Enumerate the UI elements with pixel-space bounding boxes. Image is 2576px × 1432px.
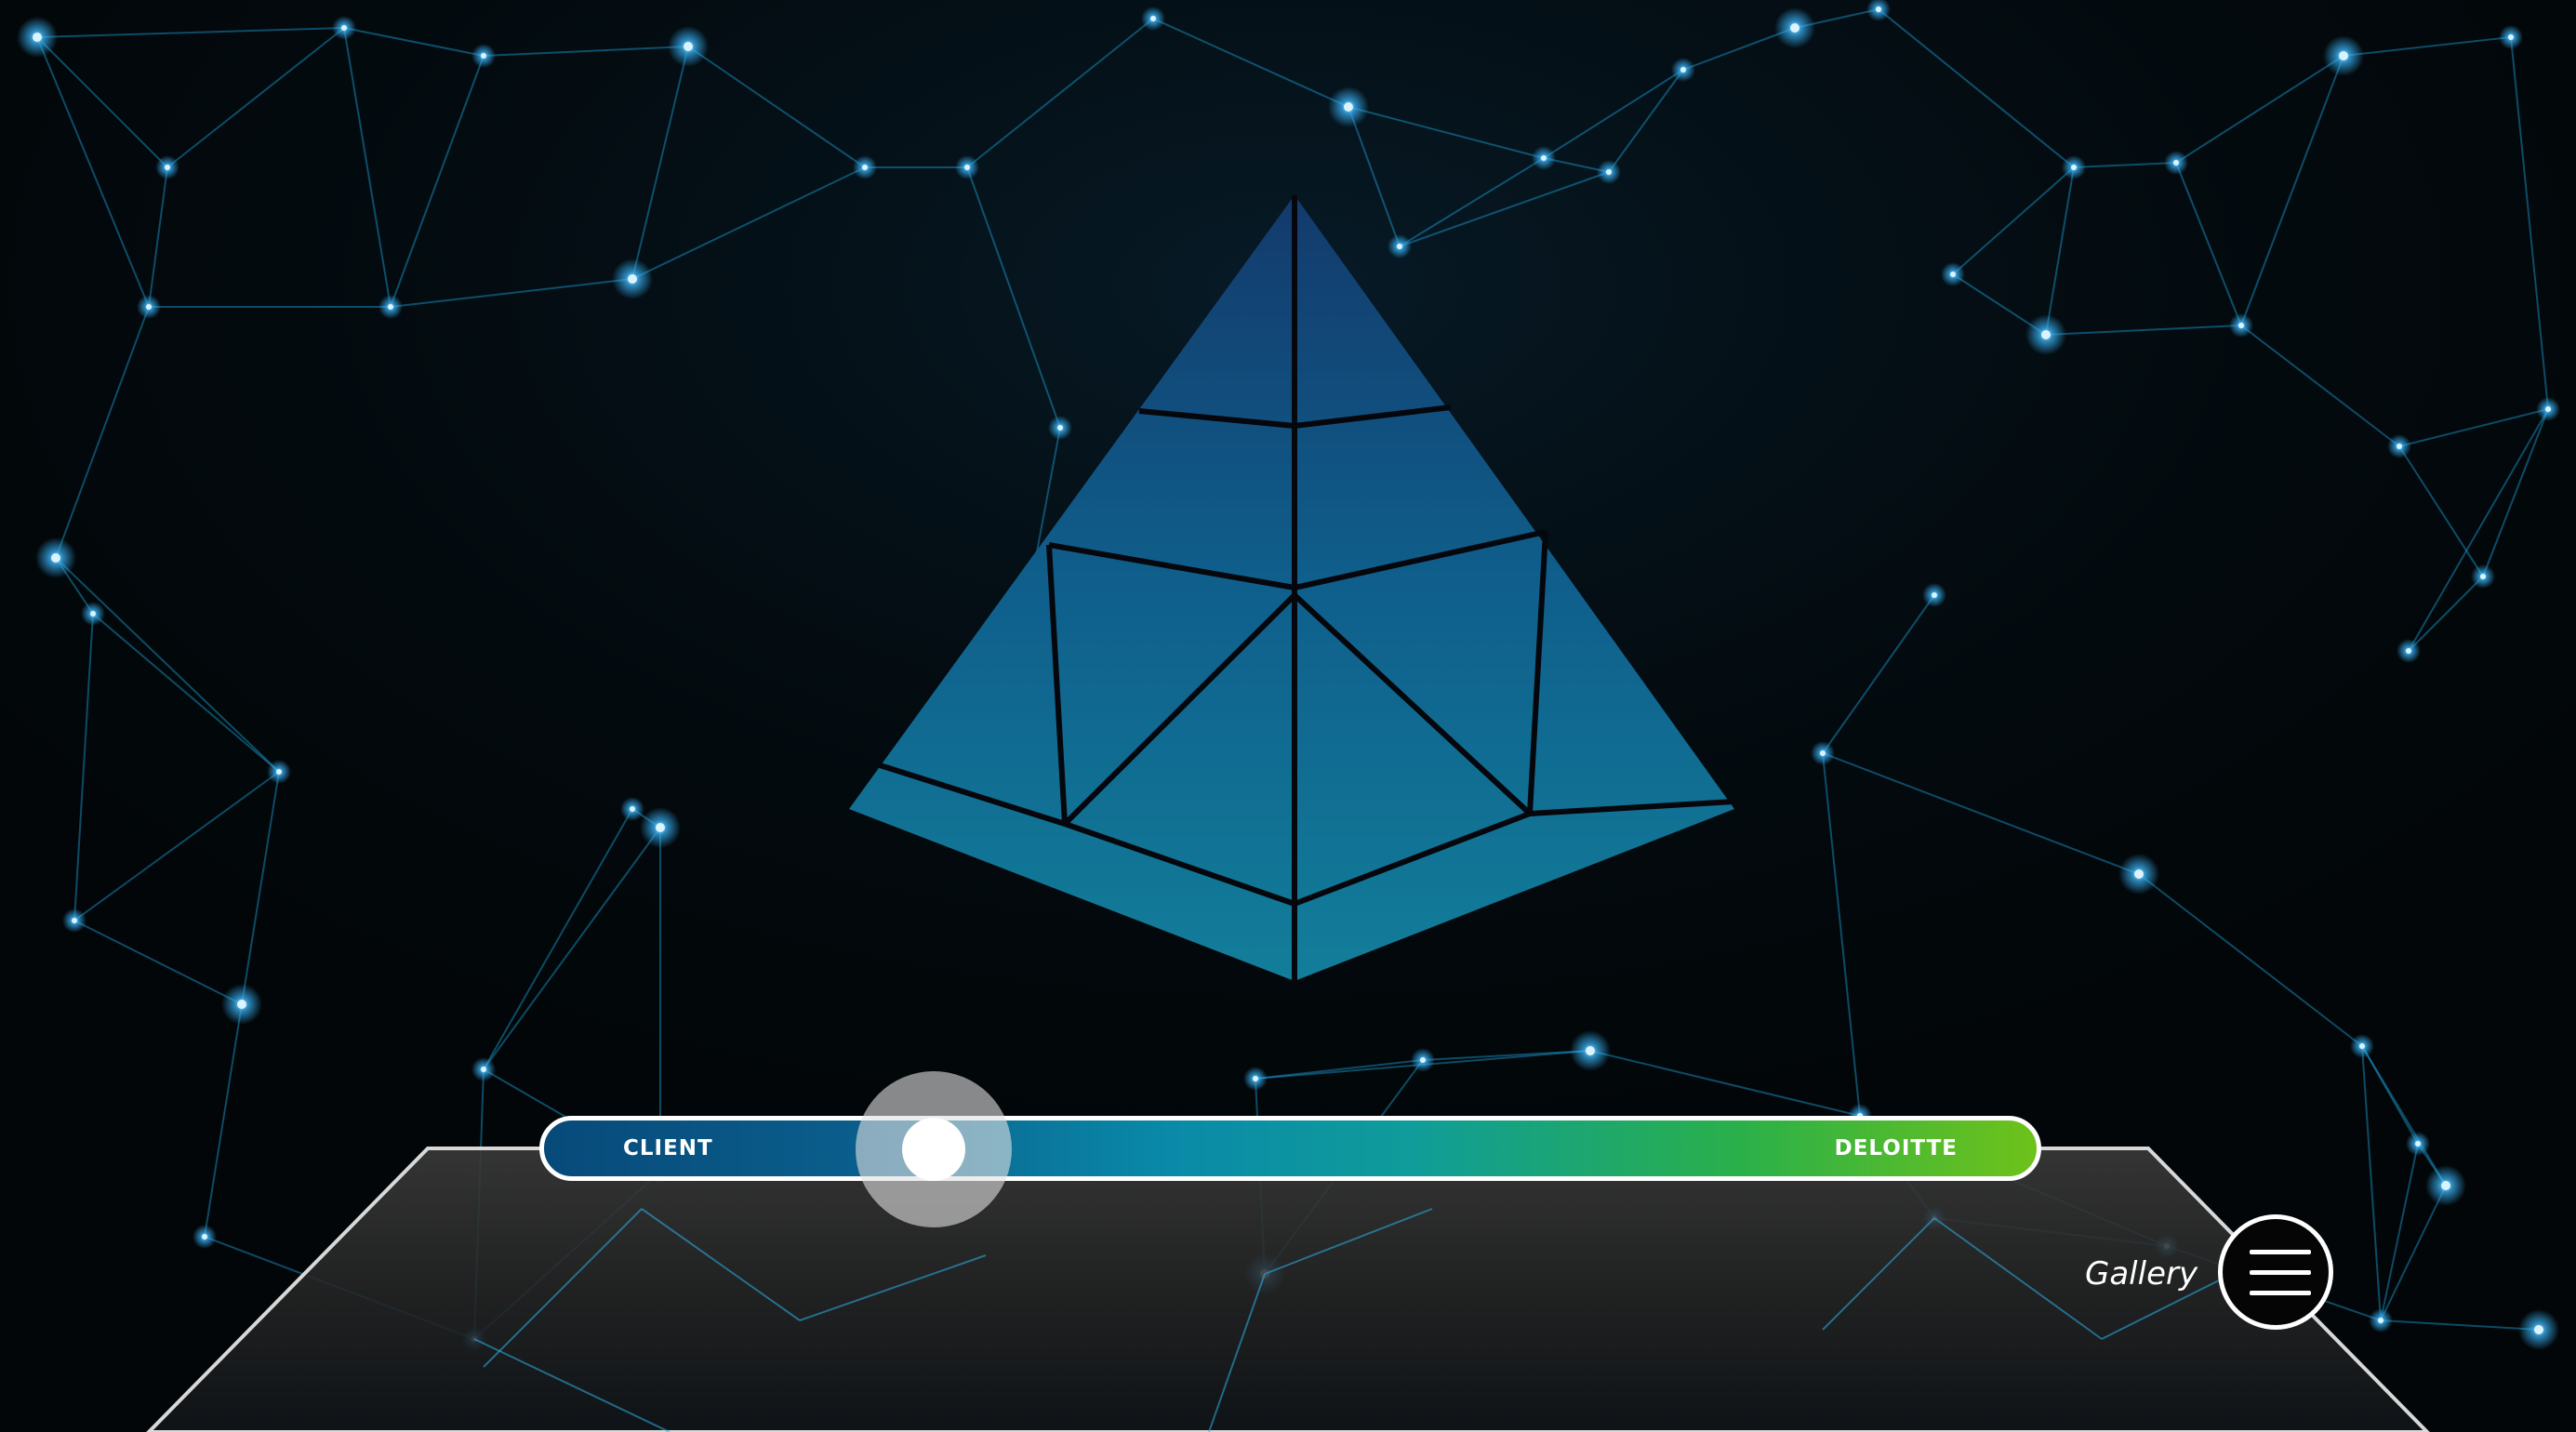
deloitte-label: DELOITTE <box>1834 1136 1958 1160</box>
network-background <box>0 0 2576 1432</box>
slider-handle[interactable] <box>855 1071 1012 1227</box>
client-deloitte-slider[interactable]: CLIENT DELOITTE <box>539 1116 2041 1181</box>
slider-knob[interactable] <box>901 1118 965 1181</box>
app-stage: CLIENT DELOITTE Gallery <box>0 0 2576 1432</box>
gallery-label[interactable]: Gallery <box>2085 1255 2198 1293</box>
client-label: CLIENT <box>623 1136 713 1160</box>
gallery-menu-button[interactable] <box>2218 1214 2333 1330</box>
hamburger-icon <box>2250 1250 2311 1296</box>
